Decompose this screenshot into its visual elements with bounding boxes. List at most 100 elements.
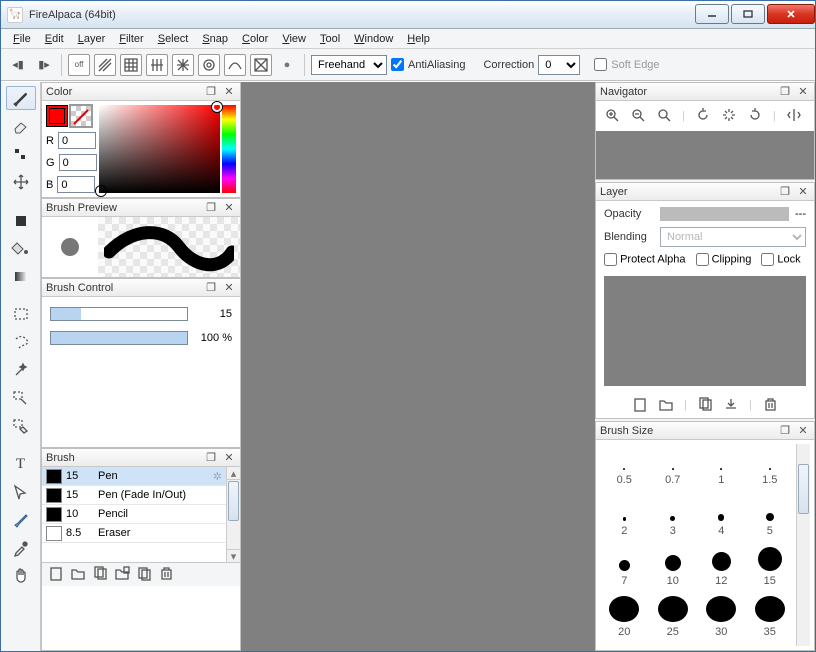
brush-size-cell[interactable]: 20 (600, 596, 649, 638)
menu-window[interactable]: Window (348, 31, 399, 47)
lock-checkbox[interactable]: Lock (761, 253, 800, 266)
snap-vanish-button[interactable] (250, 54, 272, 76)
brush-size-cell[interactable]: 0.5 (600, 444, 649, 486)
brush-row[interactable]: 8.5Eraser (42, 524, 226, 543)
flip-icon[interactable] (786, 107, 802, 126)
draw-mode-select[interactable]: Freehand (311, 55, 387, 75)
snap-radial-button[interactable] (172, 54, 194, 76)
new-layer-button[interactable] (632, 396, 648, 415)
brush-size-cell[interactable]: 2 (600, 495, 649, 537)
hue-slider[interactable] (222, 105, 236, 193)
layer-opacity-slider[interactable] (660, 207, 789, 221)
bucket-tool[interactable] (6, 236, 36, 260)
select-eraser-tool[interactable] (6, 414, 36, 438)
menu-snap[interactable]: Snap (196, 31, 234, 47)
brushsize-scrollbar[interactable] (796, 444, 810, 646)
snap-circle-button[interactable] (198, 54, 220, 76)
color-field[interactable] (99, 105, 220, 193)
snap-isometric-button[interactable] (146, 54, 168, 76)
menu-view[interactable]: View (276, 31, 312, 47)
magic-wand-tool[interactable] (6, 358, 36, 382)
brush-size-cell[interactable]: 0.7 (649, 444, 698, 486)
brush-scrollbar[interactable]: ▴ ▾ (226, 467, 240, 562)
close-icon[interactable]: ✕ (796, 85, 810, 99)
redo-button[interactable]: ▮▸ (33, 54, 55, 76)
brush-tool[interactable] (6, 86, 36, 110)
b-input[interactable] (57, 176, 95, 193)
rotate-cw-icon[interactable] (747, 107, 763, 126)
close-icon[interactable]: ✕ (222, 201, 236, 215)
snap-parallel-button[interactable] (94, 54, 116, 76)
menu-filter[interactable]: Filter (113, 31, 149, 47)
brush-size-cell[interactable]: 4 (697, 495, 746, 537)
brush-size-cell[interactable]: 1.5 (746, 444, 795, 486)
background-swatch[interactable] (70, 105, 92, 127)
close-icon[interactable]: ✕ (222, 281, 236, 295)
snap-curve-button[interactable] (224, 54, 246, 76)
brush-size-cell[interactable]: 1 (697, 444, 746, 486)
zoom-out-icon[interactable] (630, 107, 646, 126)
antialias-checkbox[interactable] (391, 58, 404, 71)
brush-row[interactable]: 10Pencil (42, 505, 226, 524)
maximize-button[interactable] (731, 4, 765, 24)
snap-off-button[interactable]: off (68, 54, 90, 76)
foreground-swatch[interactable] (46, 105, 68, 127)
brush-size-cell[interactable]: 7 (600, 545, 649, 587)
brush-size-cell[interactable]: 30 (697, 596, 746, 638)
zoom-in-icon[interactable] (604, 107, 620, 126)
brush-size-cell[interactable]: 3 (649, 495, 698, 537)
delete-layer-button[interactable] (762, 396, 778, 415)
brush-row[interactable]: 15Pen✲ (42, 467, 226, 486)
close-button[interactable] (767, 4, 815, 24)
eraser-tool[interactable] (6, 114, 36, 138)
select-lasso-tool[interactable] (6, 330, 36, 354)
brush-row[interactable]: 15Pen (Fade In/Out) (42, 486, 226, 505)
undo-button[interactable]: ◂▮ (7, 54, 29, 76)
menu-layer[interactable]: Layer (72, 31, 112, 47)
menu-file[interactable]: File (7, 31, 37, 47)
hand-tool[interactable] (6, 564, 36, 588)
menu-edit[interactable]: Edit (39, 31, 70, 47)
rotate-reset-icon[interactable] (721, 107, 737, 126)
layer-list[interactable] (604, 276, 806, 386)
brush-size-cell[interactable]: 25 (649, 596, 698, 638)
size-slider[interactable] (50, 307, 188, 321)
opacity-slider[interactable] (50, 331, 188, 345)
select-pen-tool[interactable] (6, 386, 36, 410)
close-icon[interactable]: ✕ (222, 85, 236, 99)
undock-icon[interactable]: ❐ (204, 85, 218, 99)
undock-icon[interactable]: ❐ (778, 85, 792, 99)
navigator-view[interactable] (596, 131, 814, 179)
g-input[interactable] (59, 154, 97, 171)
undock-icon[interactable]: ❐ (778, 424, 792, 438)
softedge-checkbox[interactable] (594, 58, 607, 71)
menu-color[interactable]: Color (236, 31, 274, 47)
divide-tool[interactable] (6, 508, 36, 532)
undock-icon[interactable]: ❐ (778, 185, 792, 199)
dup-brush-button[interactable] (92, 565, 108, 584)
minimize-button[interactable] (695, 4, 729, 24)
operation-tool[interactable] (6, 480, 36, 504)
dot-tool[interactable] (6, 142, 36, 166)
menu-help[interactable]: Help (401, 31, 436, 47)
clipping-checkbox[interactable]: Clipping (696, 253, 752, 266)
canvas[interactable] (241, 82, 595, 651)
correction-select[interactable]: 0 (538, 55, 580, 75)
add-brush-button[interactable] (48, 565, 64, 584)
undock-icon[interactable]: ❐ (204, 451, 218, 465)
brush-size-cell[interactable]: 10 (649, 545, 698, 587)
menu-select[interactable]: Select (152, 31, 195, 47)
brush-size-cell[interactable]: 5 (746, 495, 795, 537)
blending-select[interactable]: Normal (660, 227, 806, 247)
move-tool[interactable] (6, 170, 36, 194)
eyedropper-tool[interactable] (6, 536, 36, 560)
snap-grid-button[interactable] (120, 54, 142, 76)
select-rect-tool[interactable] (6, 302, 36, 326)
snap-settings-button[interactable]: ● (276, 54, 298, 76)
brush-size-cell[interactable]: 12 (697, 545, 746, 587)
close-icon[interactable]: ✕ (796, 185, 810, 199)
close-icon[interactable]: ✕ (222, 451, 236, 465)
brush-size-cell[interactable]: 15 (746, 545, 795, 587)
dup-layer-button[interactable] (697, 396, 713, 415)
r-input[interactable] (58, 132, 96, 149)
